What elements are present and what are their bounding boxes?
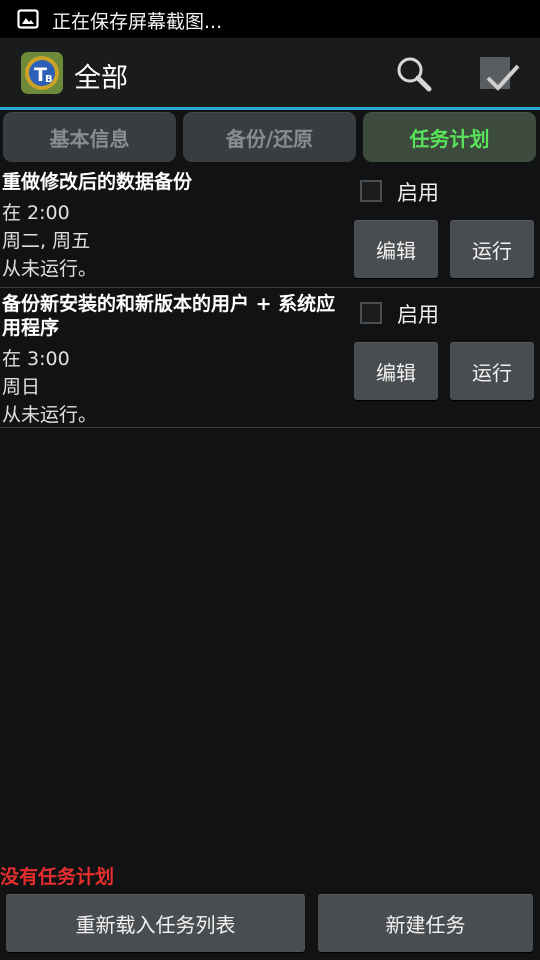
schedule-time: 在 3:00 — [2, 348, 70, 370]
action-bar: T B 全部 — [0, 38, 540, 110]
edit-button[interactable]: 编辑 — [354, 342, 438, 400]
edit-button[interactable]: 编辑 — [354, 220, 438, 278]
tab-backup-restore[interactable]: 备份/还原 — [183, 112, 356, 162]
schedule-time: 在 2:00 — [2, 202, 70, 224]
svg-text:B: B — [45, 74, 53, 85]
batch-select-icon[interactable] — [474, 52, 522, 96]
filter-title[interactable]: 全部 — [74, 56, 128, 95]
schedule-last-run: 从未运行。 — [2, 258, 98, 280]
schedule-title: 备份新安装的和新版本的用户 + 系统应用程序 — [2, 293, 336, 339]
divider — [0, 427, 540, 428]
run-button[interactable]: 运行 — [450, 220, 534, 278]
enable-checkbox[interactable] — [360, 302, 382, 324]
schedule-item: 备份新安装的和新版本的用户 + 系统应用程序 在 3:00 周日 从未运行。 启… — [0, 288, 540, 428]
schedule-last-run: 从未运行。 — [2, 404, 98, 426]
search-icon[interactable] — [392, 52, 436, 96]
action-bar-divider — [0, 107, 540, 110]
run-button[interactable]: 运行 — [450, 342, 534, 400]
enable-label[interactable]: 启用 — [397, 177, 439, 207]
tab-basic-info[interactable]: 基本信息 — [3, 112, 176, 162]
reload-tasks-button[interactable]: 重新载入任务列表 — [6, 894, 305, 952]
notification-text: 正在保存屏幕截图... — [52, 11, 223, 33]
empty-schedule-message: 没有任务计划 — [0, 866, 115, 888]
schedule-days: 周日 — [2, 376, 41, 398]
schedule-item: 重做修改后的数据备份 在 2:00 周二, 周五 从未运行。 启用 编辑 运行 — [0, 166, 540, 286]
schedule-title: 重做修改后的数据备份 — [2, 171, 193, 193]
status-bar: 正在保存屏幕截图... — [0, 0, 540, 38]
app-logo-icon[interactable]: T B — [20, 51, 64, 95]
enable-checkbox[interactable] — [360, 180, 382, 202]
tab-schedules[interactable]: 任务计划 — [363, 112, 536, 162]
screenshot-icon — [17, 9, 39, 29]
new-task-button[interactable]: 新建任务 — [318, 894, 533, 952]
schedule-days: 周二, 周五 — [2, 230, 91, 252]
tab-bar: 基本信息 备份/还原 任务计划 — [0, 112, 540, 164]
enable-label[interactable]: 启用 — [397, 299, 439, 329]
